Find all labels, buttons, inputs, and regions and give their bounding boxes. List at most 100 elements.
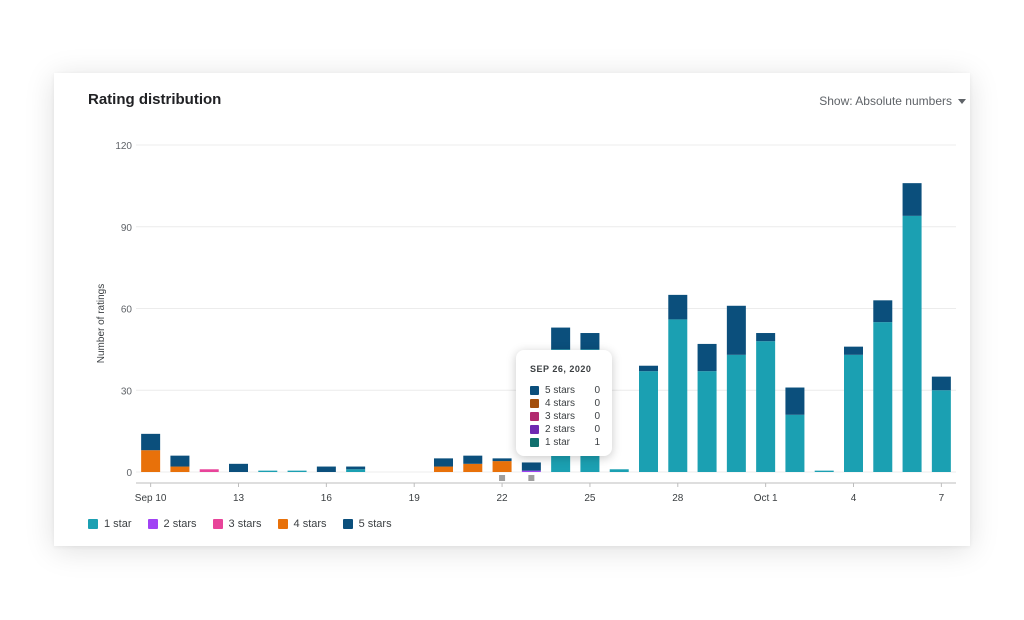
bar-segment[interactable]	[785, 414, 805, 472]
bar-segment[interactable]	[199, 469, 219, 472]
legend-label: 2 stars	[163, 518, 197, 530]
bar-segment[interactable]	[287, 470, 307, 472]
bar-segment[interactable]	[697, 343, 717, 372]
bar-segment[interactable]	[639, 365, 658, 372]
x-tick-label: 7	[939, 493, 945, 504]
legend-swatch	[212, 519, 223, 529]
bar-segment[interactable]	[639, 371, 658, 472]
x-tick-label: 19	[409, 493, 421, 504]
bar-segment[interactable]	[756, 341, 776, 472]
y-tick-label: 0	[126, 468, 132, 479]
tooltip-label: 3 stars	[545, 410, 576, 422]
tooltip-swatch	[530, 398, 539, 408]
x-tick-label: 4	[851, 493, 857, 504]
tooltip-value: 1	[594, 436, 600, 448]
tooltip-value: 0	[594, 410, 600, 422]
legend-label: 5 stars	[358, 518, 392, 530]
bar-segment[interactable]	[492, 458, 512, 462]
tooltip-row: 3 stars 0	[530, 410, 600, 422]
tooltip-value: 0	[594, 397, 600, 409]
tooltip-swatch	[530, 411, 539, 421]
rating-distribution-card: Rating distribution Show: Absolute numbe…	[54, 73, 970, 546]
bar-segment[interactable]	[756, 333, 776, 342]
bar-segment[interactable]	[346, 469, 366, 472]
tooltip-swatch	[530, 437, 539, 447]
legend-item[interactable]: 4 stars	[277, 518, 327, 530]
bar-segment[interactable]	[346, 466, 366, 470]
tooltip-value: 0	[594, 384, 600, 396]
bar-segment[interactable]	[316, 466, 336, 472]
tooltip-row: 1 star 1	[530, 436, 600, 448]
bar-segment[interactable]	[844, 346, 863, 355]
bar-segment[interactable]	[902, 215, 922, 472]
tooltip-label: 1 star	[545, 436, 571, 448]
legend-swatch	[147, 519, 158, 529]
bar-segment[interactable]	[434, 466, 453, 472]
legend-label: 3 stars	[228, 518, 262, 530]
x-tick-label: Oct 1	[754, 493, 778, 504]
x-tick-label: Sep 10	[135, 493, 167, 504]
bar-segment[interactable]	[229, 463, 248, 472]
legend-item[interactable]: 5 stars	[342, 518, 392, 530]
bar-segment[interactable]	[521, 462, 541, 471]
bar-segment[interactable]	[170, 455, 190, 467]
legend-swatch	[342, 519, 353, 529]
bar-segment[interactable]	[697, 371, 717, 472]
event-marker[interactable]	[528, 475, 535, 481]
tooltip-date: SEP 26, 2020	[530, 364, 592, 374]
legend-swatch	[277, 519, 288, 529]
tooltip-value: 0	[594, 423, 600, 435]
bar-segment[interactable]	[726, 354, 746, 472]
y-axis-label: Number of ratings	[96, 284, 107, 363]
x-tick-label: 13	[233, 493, 245, 504]
bar-segment[interactable]	[873, 300, 893, 323]
y-tick-label: 60	[121, 305, 133, 316]
tooltip-swatch	[530, 424, 539, 434]
x-tick-label: 22	[497, 493, 509, 504]
tooltip-row: 4 stars 0	[530, 397, 600, 409]
bar-segment[interactable]	[580, 333, 600, 350]
legend-item[interactable]: 3 stars	[212, 518, 262, 530]
bar-segment[interactable]	[785, 387, 805, 415]
legend-item[interactable]: 1 star	[88, 518, 132, 530]
bar-segment[interactable]	[814, 470, 834, 472]
bar-segment[interactable]	[141, 433, 161, 451]
legend-swatch	[88, 519, 98, 529]
x-tick-label: 16	[321, 493, 333, 504]
y-tick-label: 120	[115, 141, 132, 152]
bar-segment[interactable]	[521, 470, 541, 472]
bar-segment[interactable]	[170, 466, 190, 472]
x-tick-label: 25	[584, 493, 596, 504]
bar-segment[interactable]	[492, 461, 512, 472]
rating-bar-chart: 0 30 60 90 120 Number of ratings Sep 10 13 16 19 2…	[96, 141, 956, 504]
tooltip-row: 5 stars 0	[530, 384, 600, 396]
bar-segment[interactable]	[434, 458, 453, 467]
bar-segment[interactable]	[844, 354, 863, 472]
bar-segment[interactable]	[258, 470, 278, 472]
bar-segment[interactable]	[902, 183, 922, 216]
event-marker[interactable]	[499, 475, 506, 481]
bar-segment[interactable]	[668, 319, 688, 472]
bar-segment[interactable]	[668, 294, 688, 320]
legend-label: 4 stars	[293, 518, 327, 530]
tooltip-swatch	[530, 385, 539, 395]
chart-tooltip: SEP 26, 2020 5 stars 0 4 stars 0 3 stars 0 2 s…	[516, 350, 612, 456]
bar-segment[interactable]	[931, 376, 951, 391]
bar-segment[interactable]	[873, 322, 893, 472]
bar-segment[interactable]	[726, 305, 746, 355]
y-tick-label: 30	[121, 386, 133, 397]
bar-segment[interactable]	[141, 450, 161, 472]
tooltip-label: 4 stars	[545, 397, 576, 409]
tooltip-label: 2 stars	[545, 423, 576, 435]
bar-segment[interactable]	[931, 390, 951, 472]
bar-segment[interactable]	[609, 469, 629, 472]
y-tick-label: 90	[121, 223, 133, 234]
bar-segment[interactable]	[463, 463, 483, 472]
bar-segment[interactable]	[463, 455, 483, 464]
x-tick-label: 28	[672, 493, 684, 504]
legend-item[interactable]: 2 stars	[147, 518, 197, 530]
tooltip-label: 5 stars	[545, 384, 576, 396]
legend-label: 1 star	[104, 518, 132, 530]
chart-legend: 1 star 2 stars 3 stars 4 stars 5 stars	[88, 518, 392, 530]
bar-segment[interactable]	[551, 327, 571, 350]
